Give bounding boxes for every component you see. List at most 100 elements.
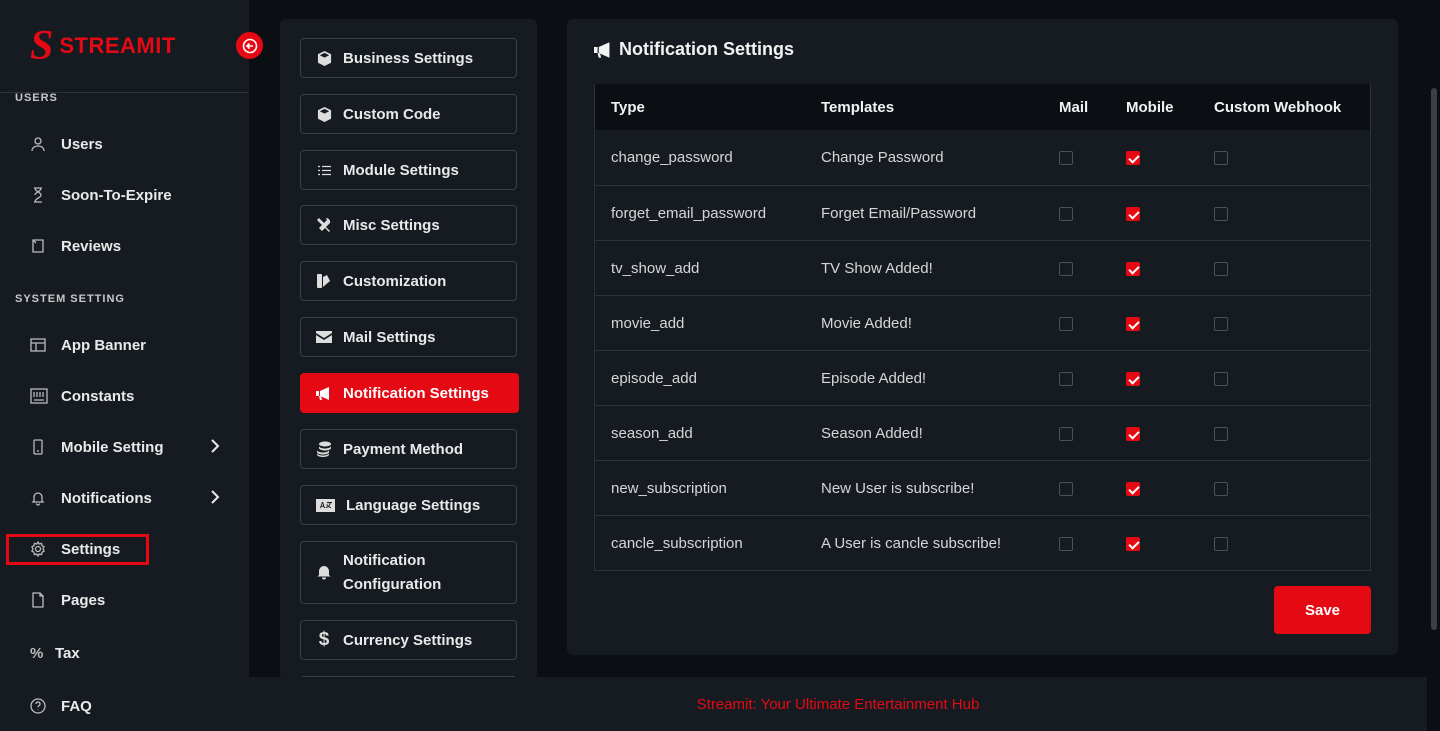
cell-type: movie_add (611, 314, 685, 332)
nav-module-settings[interactable]: Module Settings (300, 150, 517, 190)
webhook-checkbox[interactable] (1214, 536, 1228, 551)
sidebar-item-app-banner[interactable]: App Banner (30, 330, 230, 360)
banner-icon (30, 337, 50, 353)
nav-business-settings[interactable]: Business Settings (300, 38, 517, 78)
webhook-checkbox[interactable] (1214, 371, 1228, 386)
footer-text: Streamit: Your Ultimate Entertainment Hu… (696, 695, 980, 713)
cell-template: Season Added! (821, 424, 923, 442)
sidebar-item-faq[interactable]: FAQ (30, 691, 230, 721)
column-header-templates: Templates (821, 98, 895, 116)
percent-icon: % (30, 644, 44, 662)
nav-label: Customization (343, 272, 447, 290)
section-users-title: USERS (15, 92, 58, 104)
mobile-checkbox[interactable] (1126, 316, 1140, 331)
mobile-checkbox[interactable] (1126, 206, 1140, 221)
webhook-checkbox[interactable] (1214, 481, 1228, 496)
chevron-right-icon (210, 439, 220, 457)
mail-checkbox[interactable] (1059, 316, 1073, 331)
column-header-custom-webhook: Custom Webhook (1214, 98, 1342, 116)
keyboard-icon (30, 388, 50, 404)
page-title: Notification Settings (594, 39, 794, 60)
user-icon (30, 136, 50, 152)
webhook-checkbox[interactable] (1214, 151, 1228, 166)
nav-label-line1: Notification (343, 551, 426, 569)
bell-icon (30, 490, 50, 506)
nav-notification-configuration[interactable]: Notification Configuration (300, 541, 517, 604)
cell-mobile (1110, 480, 1198, 497)
tools-icon (316, 217, 332, 233)
save-button[interactable]: Save (1274, 586, 1371, 634)
question-icon (30, 698, 50, 714)
megaphone-icon (316, 386, 332, 401)
nav-label: Currency Settings (343, 631, 473, 649)
mail-checkbox[interactable] (1059, 536, 1073, 551)
nav-label-wrap: Notification Configuration (343, 549, 441, 597)
cell-template: A User is cancle subscribe! (821, 534, 1002, 552)
mobile-icon (30, 439, 50, 455)
cell-mobile (1110, 315, 1198, 332)
nav-misc-settings[interactable]: Misc Settings (300, 205, 517, 245)
swatch-icon (316, 273, 332, 289)
sidebar-item-tax[interactable]: % Tax (30, 638, 230, 668)
mail-checkbox[interactable] (1059, 206, 1073, 221)
nav-label: Business Settings (343, 49, 474, 67)
sidebar-item-mobile-setting[interactable]: Mobile Setting (30, 432, 230, 462)
scrollbar-thumb[interactable] (1431, 88, 1437, 630)
sidebar-item-reviews[interactable]: Reviews (30, 231, 230, 261)
nav-label: Misc Settings (343, 216, 440, 234)
logo-mark: S (30, 23, 54, 69)
sidebar-item-soon-to-expire[interactable]: Soon-To-Expire (30, 180, 230, 210)
nav-mail-settings[interactable]: Mail Settings (300, 317, 517, 357)
table-body: change_password Change Password forget_ema… (595, 130, 1370, 570)
cell-webhook (1198, 535, 1370, 552)
dollar-icon: $ (318, 629, 330, 650)
nav-custom-code[interactable]: Custom Code (300, 94, 517, 134)
mail-checkbox[interactable] (1059, 371, 1073, 386)
nav-language-settings[interactable]: Language Settings (300, 485, 517, 525)
cell-mobile (1110, 425, 1198, 442)
table-row: tv_show_add TV Show Added! (595, 240, 1370, 295)
column-header-mobile: Mobile (1126, 98, 1174, 116)
mail-checkbox[interactable] (1059, 481, 1073, 496)
mobile-checkbox[interactable] (1126, 426, 1140, 441)
sidebar-item-constants[interactable]: Constants (30, 381, 230, 411)
mail-checkbox[interactable] (1059, 151, 1073, 166)
table-row: change_password Change Password (595, 130, 1370, 185)
nav-currency-settings[interactable]: $ Currency Settings (300, 620, 517, 660)
page-scrollbar[interactable] (1427, 0, 1440, 731)
webhook-checkbox[interactable] (1214, 426, 1228, 441)
nav-notification-settings[interactable]: Notification Settings (300, 373, 519, 413)
webhook-checkbox[interactable] (1214, 261, 1228, 276)
chevron-right-icon (210, 490, 220, 508)
cell-template: Forget Email/Password (821, 204, 977, 222)
table-row: episode_add Episode Added! (595, 350, 1370, 405)
sidebar-item-users[interactable]: Users (30, 129, 230, 159)
mail-checkbox[interactable] (1059, 426, 1073, 441)
cell-mobile (1110, 205, 1198, 222)
sidebar-item-notifications[interactable]: Notifications (30, 483, 230, 513)
cell-template: TV Show Added! (821, 259, 933, 277)
mobile-checkbox[interactable] (1126, 536, 1140, 551)
sidebar: S STREAMIT USERS Users Soon-To-Expire Re… (0, 0, 249, 731)
webhook-checkbox[interactable] (1214, 206, 1228, 221)
page-icon (30, 592, 50, 608)
table-row: movie_add Movie Added! (595, 295, 1370, 350)
sidebar-item-label: Pages (61, 591, 106, 609)
mobile-checkbox[interactable] (1126, 481, 1140, 496)
mobile-checkbox[interactable] (1126, 371, 1140, 386)
brand-logo[interactable]: S STREAMIT (30, 23, 176, 69)
review-icon (30, 238, 50, 254)
sidebar-item-label: App Banner (61, 336, 147, 354)
cell-mail (1043, 315, 1110, 332)
nav-payment-method[interactable]: Payment Method (300, 429, 517, 469)
sidebar-item-pages[interactable]: Pages (30, 585, 230, 615)
mail-checkbox[interactable] (1059, 261, 1073, 276)
sidebar-collapse-button[interactable] (236, 32, 263, 59)
webhook-checkbox[interactable] (1214, 316, 1228, 331)
cell-mail (1043, 535, 1110, 552)
nav-customization[interactable]: Customization (300, 261, 517, 301)
mobile-checkbox[interactable] (1126, 151, 1140, 166)
mobile-checkbox[interactable] (1126, 261, 1140, 276)
cube-icon (316, 106, 332, 122)
cell-type: season_add (611, 424, 693, 442)
